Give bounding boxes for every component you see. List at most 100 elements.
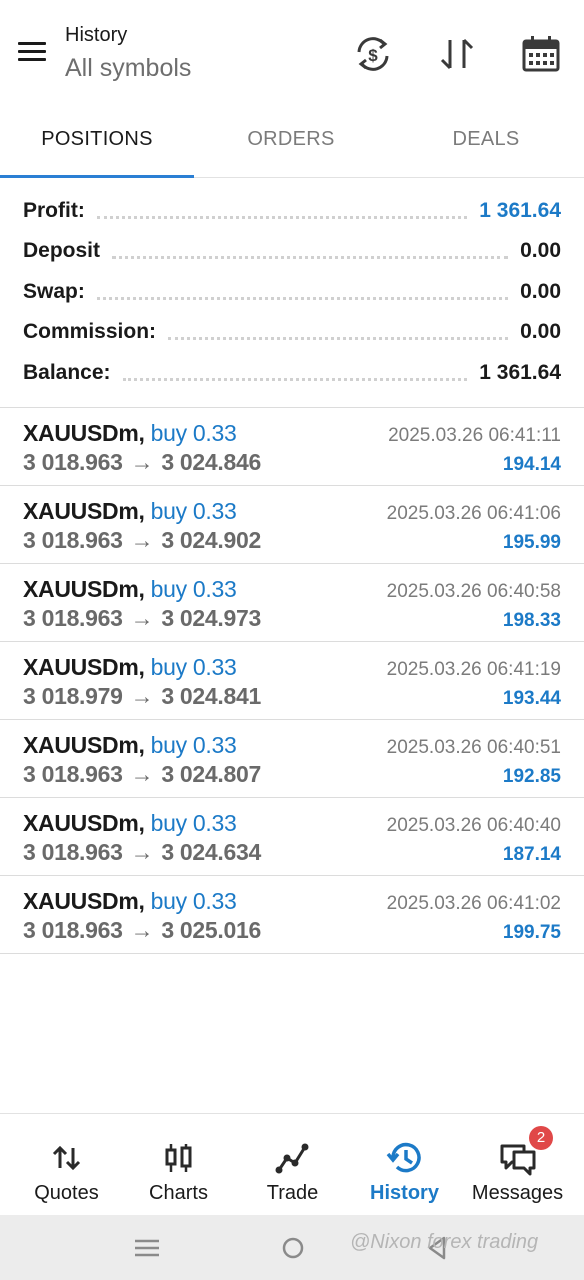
price-arrow: → (130, 917, 154, 943)
app-header: History All symbols $ (0, 0, 584, 100)
position-row[interactable]: XAUUSDm, buy 0.33 3 018.963 → 3 024.634 20… (0, 798, 584, 876)
position-symbol: XAUUSDm, buy 0.33 (23, 654, 237, 680)
position-time: 2025.03.26 06:41:02 (386, 893, 561, 914)
position-row[interactable]: XAUUSDm, buy 0.33 3 018.963 → 3 024.973 20… (0, 564, 584, 642)
close-price: 3 024.846 (161, 449, 261, 475)
position-row[interactable]: XAUUSDm, buy 0.33 3 018.963 → 3 024.807 20… (0, 720, 584, 798)
open-price: 3 018.963 (23, 839, 123, 865)
nav-label: Quotes (34, 1182, 99, 1204)
nav-label: History (370, 1182, 439, 1204)
commission-row: Commission: 0.00 (23, 317, 561, 347)
open-price: 3 018.963 (23, 761, 123, 787)
profit-value: 1 361.64 (479, 199, 561, 222)
calendar-icon[interactable] (519, 32, 563, 76)
trade-icon (275, 1143, 308, 1174)
tab-orders[interactable]: ORDERS (194, 100, 388, 178)
home-icon[interactable] (278, 1233, 308, 1263)
price-arrow: → (130, 839, 154, 865)
nav-label: Charts (149, 1182, 208, 1204)
dotted-leader (96, 215, 468, 219)
deposit-row: Deposit 0.00 (23, 236, 561, 266)
position-profit: 193.44 (502, 688, 561, 709)
position-prices: 3 018.979 → 3 024.841 (23, 683, 261, 710)
nav-charts[interactable]: Charts (120, 1114, 237, 1216)
summary-panel: Profit: 1 361.64 Deposit 0.00 Swap: 0.00… (0, 192, 584, 408)
bottom-nav: Quotes Charts Trade History 2 Messages (0, 1113, 584, 1215)
open-price: 3 018.963 (23, 917, 123, 943)
position-prices: 3 018.963 → 3 024.973 (23, 605, 261, 632)
position-side: buy 0.33 (150, 810, 237, 836)
unread-badge: 2 (529, 1126, 553, 1150)
nav-messages[interactable]: 2 Messages (459, 1114, 576, 1216)
position-time: 2025.03.26 06:40:51 (386, 737, 561, 758)
position-side: buy 0.33 (150, 498, 237, 524)
position-side: buy 0.33 (150, 888, 237, 914)
open-price: 3 018.963 (23, 527, 123, 553)
close-price: 3 024.973 (161, 605, 261, 631)
position-row[interactable]: XAUUSDm, buy 0.33 3 018.963 → 3 024.846 20… (0, 408, 584, 486)
system-nav-bar: @Nixon forex trading (0, 1215, 584, 1280)
dotted-leader (112, 255, 509, 259)
tab-positions[interactable]: POSITIONS (0, 100, 194, 178)
position-symbol: XAUUSDm, buy 0.33 (23, 810, 237, 836)
position-prices: 3 018.963 → 3 025.016 (23, 917, 261, 944)
profit-row: Profit: 1 361.64 (23, 196, 561, 226)
open-price: 3 018.963 (23, 605, 123, 631)
balance-row: Balance: 1 361.64 (23, 358, 561, 388)
close-price: 3 024.841 (161, 683, 261, 709)
svg-text:$: $ (368, 46, 378, 65)
price-arrow: → (130, 683, 154, 709)
position-prices: 3 018.963 → 3 024.634 (23, 839, 261, 866)
balance-value: 1 361.64 (479, 361, 561, 384)
dotted-leader (96, 296, 509, 300)
price-arrow: → (130, 449, 154, 475)
history-tabs: POSITIONS ORDERS DEALS (0, 100, 584, 178)
positions-list: XAUUSDm, buy 0.33 3 018.963 → 3 024.846 20… (0, 408, 584, 954)
position-prices: 3 018.963 → 3 024.902 (23, 527, 261, 554)
position-row[interactable]: XAUUSDm, buy 0.33 3 018.963 → 3 024.902 20… (0, 486, 584, 564)
tab-deals[interactable]: DEALS (389, 100, 583, 178)
price-arrow: → (130, 527, 154, 553)
close-price: 3 024.902 (161, 527, 261, 553)
menu-icon[interactable] (14, 36, 50, 68)
position-symbol: XAUUSDm, buy 0.33 (23, 498, 237, 524)
dotted-leader (122, 377, 468, 381)
nav-label: Trade (266, 1182, 319, 1204)
sync-currency-icon[interactable]: $ (351, 32, 395, 76)
position-profit: 195.99 (502, 532, 561, 553)
nav-quotes[interactable]: Quotes (8, 1114, 125, 1216)
position-time: 2025.03.26 06:41:19 (386, 659, 561, 680)
symbol-filter[interactable]: All symbols (65, 54, 191, 83)
position-symbol: XAUUSDm, buy 0.33 (23, 888, 237, 914)
position-row[interactable]: XAUUSDm, buy 0.33 3 018.979 → 3 024.841 20… (0, 642, 584, 720)
nav-history[interactable]: History (346, 1114, 463, 1216)
sort-icon[interactable] (435, 32, 479, 76)
charts-icon (165, 1144, 191, 1172)
position-row[interactable]: XAUUSDm, buy 0.33 3 018.963 → 3 025.016 20… (0, 876, 584, 954)
close-price: 3 024.807 (161, 761, 261, 787)
nav-trade[interactable]: Trade (234, 1114, 351, 1216)
recents-icon[interactable] (132, 1233, 162, 1263)
page-title: History (65, 24, 128, 46)
nav-label: Messages (471, 1182, 564, 1204)
price-arrow: → (130, 605, 154, 631)
price-arrow: → (130, 761, 154, 787)
position-profit: 187.14 (502, 844, 561, 865)
position-time: 2025.03.26 06:40:40 (386, 815, 561, 836)
open-price: 3 018.963 (23, 449, 123, 475)
close-price: 3 025.016 (161, 917, 261, 943)
position-symbol: XAUUSDm, buy 0.33 (23, 732, 237, 758)
commission-label: Commission: (23, 320, 157, 343)
swap-label: Swap: (23, 280, 85, 303)
profit-label: Profit: (23, 199, 85, 222)
dotted-leader (168, 336, 509, 340)
position-profit: 194.14 (502, 454, 561, 475)
quotes-icon (52, 1145, 80, 1171)
commission-value: 0.00 (520, 320, 561, 343)
deposit-label: Deposit (23, 239, 101, 262)
open-price: 3 018.979 (23, 683, 123, 709)
balance-label: Balance: (23, 361, 111, 384)
position-profit: 199.75 (502, 922, 561, 943)
position-time: 2025.03.26 06:40:58 (386, 581, 561, 602)
position-profit: 198.33 (502, 610, 561, 631)
